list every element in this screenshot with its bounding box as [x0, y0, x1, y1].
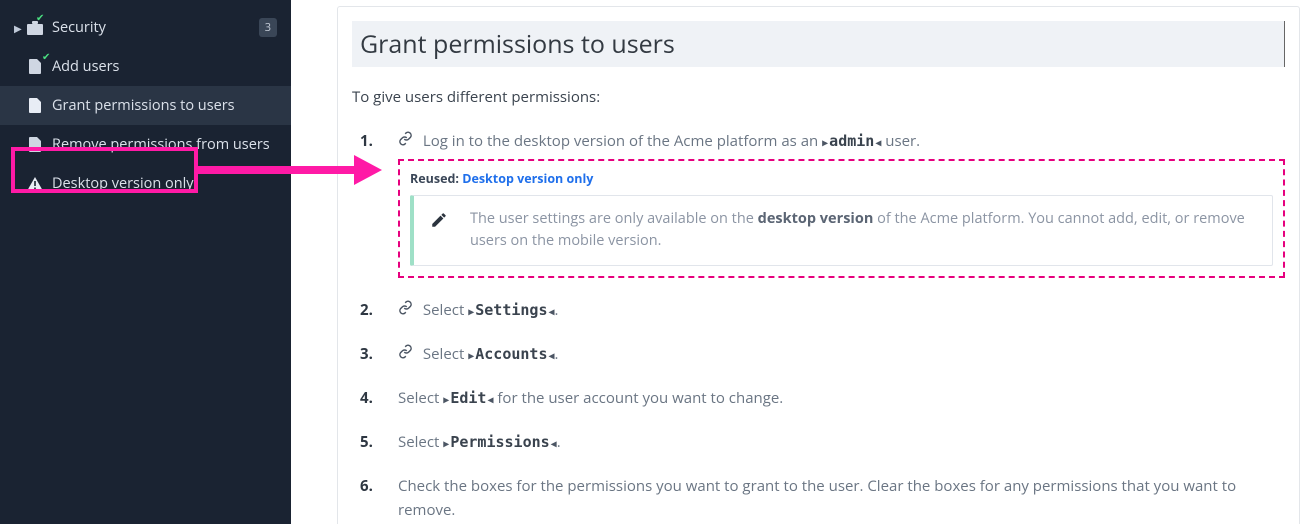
sidebar-item-label: Desktop version only — [52, 174, 277, 193]
note-card: The user settings are only available on … — [410, 195, 1273, 266]
reused-label: Reused: Desktop version only — [410, 169, 1273, 189]
pencil-icon — [430, 208, 448, 229]
step-3[interactable]: Select Accounts. — [352, 342, 1285, 366]
checkmark-icon: ✔ — [42, 49, 50, 63]
caret-right-icon: ▶ — [14, 21, 22, 35]
step-1[interactable]: Log in to the desktop version of the Acm… — [352, 129, 1285, 278]
step-text: Log in to the desktop version of the Acm… — [423, 131, 920, 151]
sidebar-item-remove-permissions[interactable]: Remove permissions from users — [0, 125, 291, 164]
ui-ref-permissions: Permissions — [443, 433, 556, 451]
link-icon — [398, 344, 413, 359]
link-icon — [398, 131, 413, 146]
sidebar-root-label: Security — [52, 18, 259, 37]
sidebar-item-label: Remove permissions from users — [52, 135, 277, 154]
topic-count-badge: 3 — [259, 18, 277, 37]
sidebar-root-security[interactable]: ▶ ✔ Security 3 — [0, 8, 291, 47]
note-text: The user settings are only available on … — [470, 208, 1256, 253]
intro-text: To give users different permissions: — [352, 87, 1285, 107]
step-6[interactable]: Check the boxes for the permissions you … — [352, 474, 1285, 522]
page-title[interactable]: Grant permissions to users — [352, 21, 1285, 67]
warning-icon — [26, 176, 44, 192]
checkmark-icon: ✔ — [36, 10, 44, 24]
ui-ref-admin: admin — [822, 132, 881, 150]
step-5[interactable]: Select Permissions. — [352, 430, 1285, 454]
main-content: Grant permissions to users To give users… — [291, 0, 1312, 524]
reused-content-block: Reused: Desktop version only The user se… — [398, 159, 1285, 278]
steps-list: Log in to the desktop version of the Acm… — [352, 129, 1285, 524]
ui-ref-accounts: Accounts — [468, 345, 554, 363]
sidebar: ▶ ✔ Security 3 ✔ Add users Grant permiss… — [0, 0, 291, 524]
sidebar-item-add-users[interactable]: ✔ Add users — [0, 47, 291, 86]
ui-ref-edit: Edit — [443, 389, 493, 407]
sidebar-item-desktop-only[interactable]: Desktop version only — [0, 164, 291, 203]
link-icon — [398, 300, 413, 315]
reused-link[interactable]: Desktop version only — [462, 170, 593, 187]
sidebar-item-grant-permissions[interactable]: Grant permissions to users — [0, 86, 291, 125]
step-2[interactable]: Select Settings. — [352, 298, 1285, 322]
sidebar-item-label: Add users — [52, 57, 277, 76]
sidebar-item-label: Grant permissions to users — [52, 96, 277, 115]
document-icon — [26, 98, 44, 114]
editor-panel: Grant permissions to users To give users… — [337, 6, 1300, 524]
step-4[interactable]: Select Edit for the user account you wan… — [352, 386, 1285, 410]
document-icon — [26, 137, 44, 153]
ui-ref-settings: Settings — [468, 301, 554, 319]
